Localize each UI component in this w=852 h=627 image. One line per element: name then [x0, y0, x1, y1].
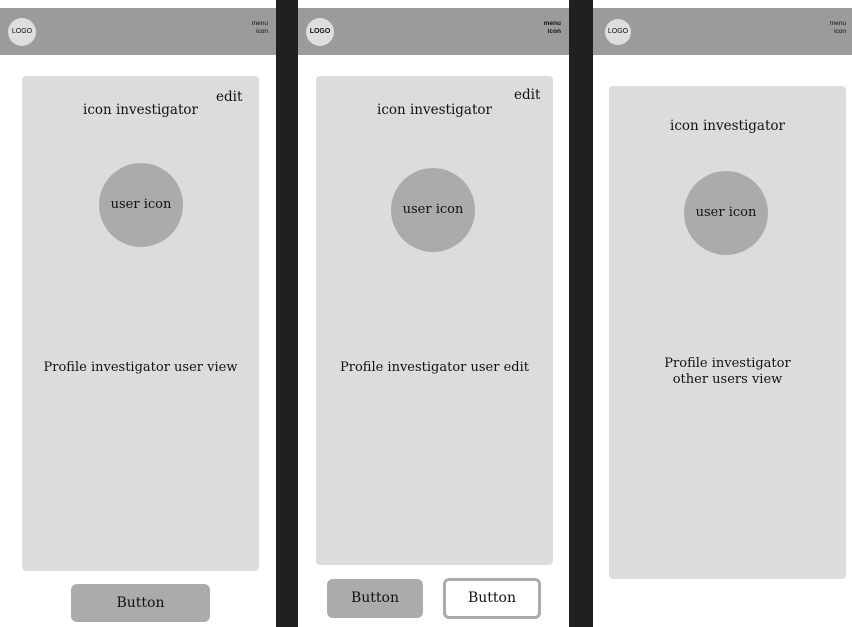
- profile-description: Profile investigator user view: [22, 360, 259, 376]
- profile-card: icon investigator user icon Profile inve…: [609, 86, 846, 579]
- menu-icon-label: icon: [834, 28, 846, 35]
- menu-icon-label: icon: [547, 28, 561, 35]
- menu-icon-label: icon: [256, 28, 268, 35]
- screen-separator: [276, 0, 298, 627]
- profile-description-line: Profile investigator: [664, 356, 791, 371]
- screen-other-users-view: LOGO menu icon icon investigator user ic…: [593, 0, 852, 627]
- profile-description: Profile investigator other users view: [609, 356, 846, 388]
- menu-icon-label: menu: [543, 20, 561, 27]
- card-title: icon investigator: [377, 102, 492, 118]
- logo[interactable]: LOGO: [605, 19, 631, 45]
- app-header: LOGO menu icon: [593, 8, 852, 55]
- profile-description-line: other users view: [672, 372, 783, 387]
- user-avatar: user icon: [99, 163, 183, 247]
- app-header: LOGO menu icon: [298, 8, 569, 55]
- app-header: LOGO menu icon: [0, 8, 276, 55]
- profile-card: icon investigator edit user icon Profile…: [22, 76, 259, 571]
- menu-icon-label: menu: [251, 20, 268, 27]
- card-title: icon investigator: [670, 118, 785, 134]
- primary-button[interactable]: Button: [327, 579, 423, 618]
- edit-link[interactable]: edit: [514, 87, 540, 103]
- profile-card: icon investigator edit user icon Profile…: [316, 76, 553, 565]
- user-avatar: user icon: [684, 171, 768, 255]
- profile-description-line: Profile investigator user view: [43, 360, 238, 375]
- menu-icon[interactable]: menu icon: [238, 20, 268, 36]
- screen-user-view: LOGO menu icon icon investigator edit us…: [0, 0, 276, 627]
- logo[interactable]: LOGO: [306, 18, 334, 46]
- menu-icon[interactable]: menu icon: [531, 20, 561, 36]
- edit-link[interactable]: edit: [216, 89, 242, 105]
- primary-button[interactable]: Button: [71, 584, 210, 622]
- screen-separator: [569, 0, 593, 627]
- profile-description-line: Profile investigator user edit: [339, 360, 529, 375]
- screen-user-edit: LOGO menu icon icon investigator edit us…: [298, 0, 569, 627]
- profile-description: Profile investigator user edit: [316, 360, 553, 376]
- menu-icon[interactable]: menu icon: [816, 20, 846, 36]
- user-avatar: user icon: [391, 168, 475, 252]
- logo[interactable]: LOGO: [8, 18, 36, 46]
- secondary-button[interactable]: Button: [443, 578, 541, 619]
- menu-icon-label: menu: [829, 20, 846, 27]
